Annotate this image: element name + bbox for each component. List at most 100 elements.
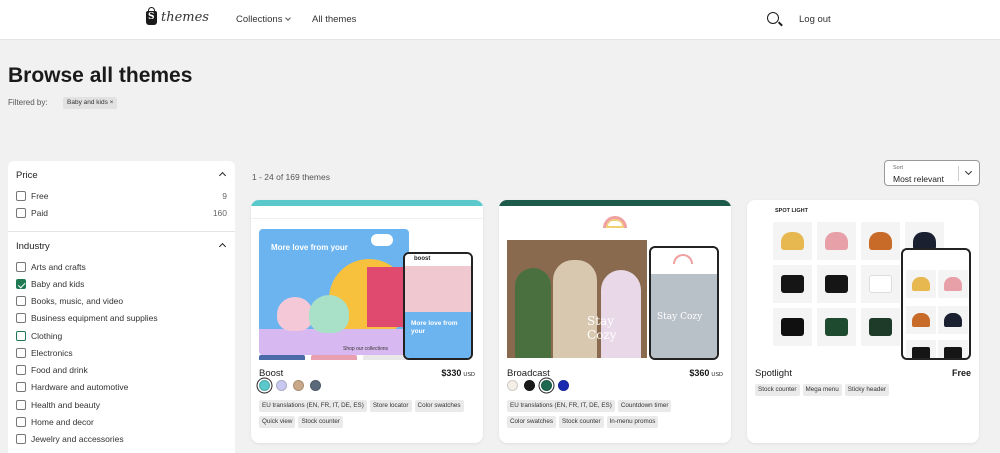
filter-option-home-decor[interactable]: Home and decor [16,415,227,429]
divider [8,231,235,232]
theme-preview-image[interactable]: SPOT LIGHT [747,200,979,360]
theme-card-broadcast[interactable]: Stay Cozy Stay Cozy Broadcast $360 USD EU… [499,200,731,443]
theme-card-spotlight[interactable]: SPOT LIGHT Spotlight Free Stock counter [747,200,979,443]
currency: USD [463,372,475,378]
option-label: Books, music, and video [31,296,124,306]
filter-option-arts-and-crafts[interactable]: Arts and crafts [16,260,227,274]
checkbox[interactable] [16,191,26,201]
feature-tag: Sticky header [844,384,889,396]
swatch[interactable] [558,380,569,391]
sort-label: Sort [893,165,904,171]
option-label: Hardware and automotive [31,382,129,392]
price-value: $330 [441,368,462,378]
checkbox[interactable] [16,434,26,444]
preview-mobile-image [405,266,471,312]
preview-mobile-text: More love from your [411,320,458,335]
filter-sidebar: Price Free 9 Paid 160 Industry Arts and … [8,161,235,453]
option-label: Jewelry and accessories [31,434,124,444]
swatch[interactable] [524,380,535,391]
filter-option-books-music-video[interactable]: Books, music, and video [16,294,227,308]
option-label: Food and drink [31,365,88,375]
checkbox[interactable] [16,417,26,427]
preview-hero-text: Stay Cozy [587,314,617,342]
rainbow-logo-icon [673,254,693,264]
checkbox[interactable] [16,296,26,306]
search-icon[interactable] [767,12,779,24]
option-label: Electronics [31,348,73,358]
filter-option-electronics[interactable]: Electronics [16,346,227,360]
filter-option-business-equipment[interactable]: Business equipment and supplies [16,311,227,325]
feature-tag: EU translations (EN, FR, IT, DE, ES) [259,400,367,412]
swatch[interactable] [541,380,552,391]
filter-option-baby-and-kids[interactable]: Baby and kids [16,277,227,291]
chevron-down-icon [964,167,973,176]
theme-name[interactable]: Boost [259,368,283,379]
option-label: Business equipment and supplies [31,313,158,323]
theme-name[interactable]: Broadcast [507,368,550,379]
checkbox[interactable] [16,313,26,323]
preview-hero-text: More love from your [271,243,348,252]
preview-product [861,308,900,346]
filter-option-paid[interactable]: Paid 160 [16,206,227,220]
option-label: Home and decor [31,417,94,427]
preview-nav [251,219,483,229]
filter-option-health-beauty[interactable]: Health and beauty [16,398,227,412]
checkbox[interactable] [16,331,26,341]
filter-option-hardware-automotive[interactable]: Hardware and automotive [16,380,227,394]
feature-tag: Stock counter [559,416,604,428]
theme-preview-image[interactable]: More love from your boost More love from… [251,200,483,360]
logo-text: themes [161,10,209,25]
swatch[interactable] [276,380,287,391]
preview-product [817,265,856,303]
nav-all-themes[interactable]: All themes [312,14,356,25]
feature-tags: Stock counter Mega menu Sticky header [755,384,971,396]
preview-product [938,306,968,334]
feature-tag: Quick view [259,416,296,428]
preview-product [938,270,968,298]
preview-mobile-header: boost [405,254,471,266]
nav-collections-label: Collections [236,14,283,25]
filter-option-clothing[interactable]: Clothing [16,329,227,343]
industry-section-title[interactable]: Industry [16,241,50,252]
preview-figure [515,268,551,358]
checkbox[interactable] [16,365,26,375]
chevron-up-icon[interactable] [218,171,227,180]
theme-price: Free [951,368,971,378]
checkbox[interactable] [16,208,26,218]
color-swatches [259,380,321,391]
feature-tag: Stock counter [755,384,800,396]
preview-product [773,222,812,260]
sort-select[interactable]: Sort Most relevant [884,160,980,186]
filter-option-food-and-drink[interactable]: Food and drink [16,363,227,377]
logout-link[interactable]: Log out [799,14,831,25]
nav-collections[interactable]: Collections [236,14,292,25]
price-section-title[interactable]: Price [16,170,38,181]
checkbox-checked[interactable] [16,279,26,289]
swatch[interactable] [310,380,321,391]
preview-product [906,340,936,358]
feature-tag: Mega menu [802,384,842,396]
chevron-up-icon[interactable] [218,242,227,251]
filter-option-free[interactable]: Free 9 [16,189,227,203]
feature-tags: EU translations (EN, FR, IT, DE, ES) Sto… [259,400,475,428]
price-value: $360 [689,368,710,378]
swatch[interactable] [259,380,270,391]
divider [958,166,959,181]
filter-chip-baby-and-kids[interactable]: Baby and kids × [63,97,118,109]
theme-preview-image[interactable]: Stay Cozy Stay Cozy [499,200,731,360]
swatch[interactable] [507,380,518,391]
option-count: 160 [212,208,227,218]
option-label: Baby and kids [31,279,85,289]
filter-option-jewelry-accessories[interactable]: Jewelry and accessories [16,432,227,446]
swatch[interactable] [293,380,304,391]
preview-mobile-logo: boost [414,256,431,262]
shopify-themes-logo[interactable]: themes [146,6,209,25]
theme-name[interactable]: Spotlight [755,368,792,379]
checkbox[interactable] [16,348,26,358]
preview-logo: SPOT LIGHT [775,208,808,214]
checkbox[interactable] [16,262,26,272]
checkbox[interactable] [16,382,26,392]
top-navigation-bar: themes Collections All themes Log out [0,0,1000,40]
checkbox[interactable] [16,400,26,410]
theme-card-boost[interactable]: More love from your boost More love from… [251,200,483,443]
